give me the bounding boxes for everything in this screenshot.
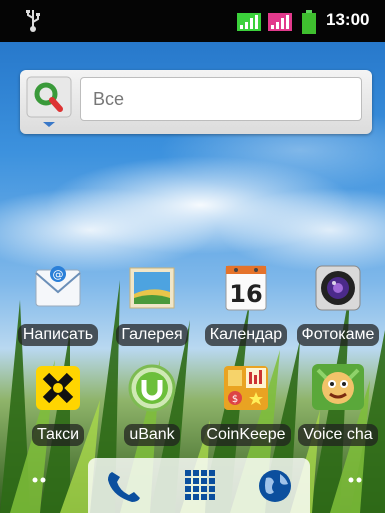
app-voice-changer[interactable]: Voice cha [290, 360, 385, 450]
gallery-icon [129, 267, 175, 309]
app-compose[interactable]: @ Написать [10, 260, 106, 350]
taxi-icon [36, 366, 80, 410]
status-bar: 13:00 [0, 0, 385, 42]
svg-text:$: $ [232, 394, 238, 405]
app-label: Календар [204, 324, 288, 346]
app-label: Фотокаме [296, 324, 380, 346]
signal-icon [237, 13, 261, 31]
dock-bar [88, 458, 310, 513]
page-indicator-right[interactable] [346, 474, 364, 486]
voice-changer-icon [312, 364, 364, 410]
search-placeholder: Все [93, 88, 125, 109]
calendar-date: 16 [229, 280, 262, 308]
calendar-icon: 16 [225, 265, 267, 311]
search-input[interactable]: Все [80, 77, 362, 121]
google-search-icon[interactable] [26, 76, 72, 130]
page-indicator-left[interactable] [30, 474, 48, 486]
app-coinkeeper[interactable]: $ CoinKeepe [198, 360, 294, 450]
battery-icon [302, 10, 316, 34]
app-camera[interactable]: Фотокаме [290, 260, 385, 350]
app-gallery[interactable]: Галерея [104, 260, 200, 350]
google-search-widget: Все [20, 70, 372, 134]
browser-globe-icon[interactable] [250, 466, 300, 506]
usb-icon [26, 10, 40, 32]
app-label: uBank [124, 424, 180, 446]
app-label: Написать [17, 324, 99, 346]
phone-icon[interactable] [98, 466, 148, 506]
app-label: CoinKeepe [201, 424, 291, 446]
app-label: Такси [31, 424, 85, 446]
coinkeeper-icon: $ [224, 366, 268, 410]
app-ubank[interactable]: uBank [104, 360, 200, 450]
clock: 13:00 [326, 10, 370, 29]
camera-icon [315, 265, 361, 311]
ubank-icon [128, 364, 176, 412]
app-label: Галерея [116, 324, 188, 346]
signal-icon [268, 13, 292, 31]
app-label: Voice cha [298, 424, 378, 446]
app-calendar[interactable]: 16 Календар [198, 260, 294, 350]
apps-grid-icon[interactable] [174, 466, 224, 506]
app-taxi[interactable]: Такси [10, 360, 106, 450]
svg-text:@: @ [53, 268, 64, 281]
email-icon: @ [35, 266, 81, 307]
